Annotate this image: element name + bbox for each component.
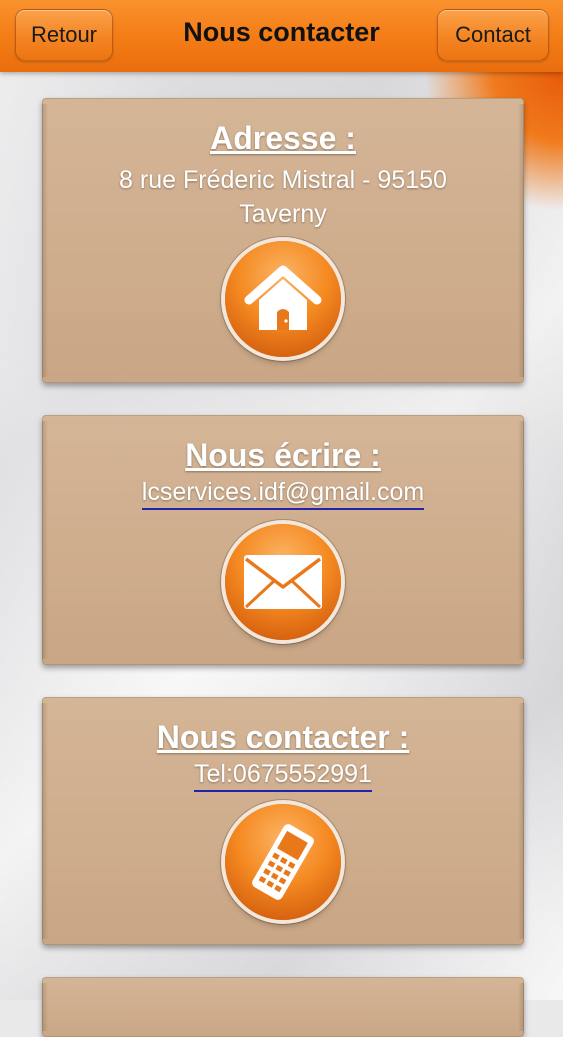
address-line-1: 8 rue Fréderic Mistral - 95150: [119, 166, 447, 194]
top-bar: Retour Nous contacter Contact: [0, 0, 563, 72]
email-card: Nous écrire : lcservices.idf@gmail.com: [42, 415, 524, 665]
address-line-2: Taverny: [239, 200, 327, 228]
address-map-button[interactable]: [225, 241, 341, 357]
phone-title: Nous contacter :: [156, 719, 410, 755]
home-icon: [244, 265, 322, 330]
contact-button[interactable]: Contact: [437, 9, 549, 61]
email-title: Nous écrire :: [185, 437, 381, 473]
next-card-partial: [42, 977, 524, 1037]
address-card: Adresse : 8 rue Fréderic Mistral - 95150…: [42, 98, 524, 383]
email-link[interactable]: lcservices.idf@gmail.com: [141, 476, 425, 510]
address-title: Adresse :: [210, 120, 356, 156]
phone-button[interactable]: [225, 804, 341, 920]
mobile-phone-icon: [252, 824, 314, 900]
phone-card: Nous contacter : Tel:0675552991: [42, 697, 524, 945]
phone-link[interactable]: Tel:0675552991: [194, 758, 372, 792]
email-button[interactable]: [225, 524, 341, 640]
envelope-icon: [244, 555, 322, 609]
